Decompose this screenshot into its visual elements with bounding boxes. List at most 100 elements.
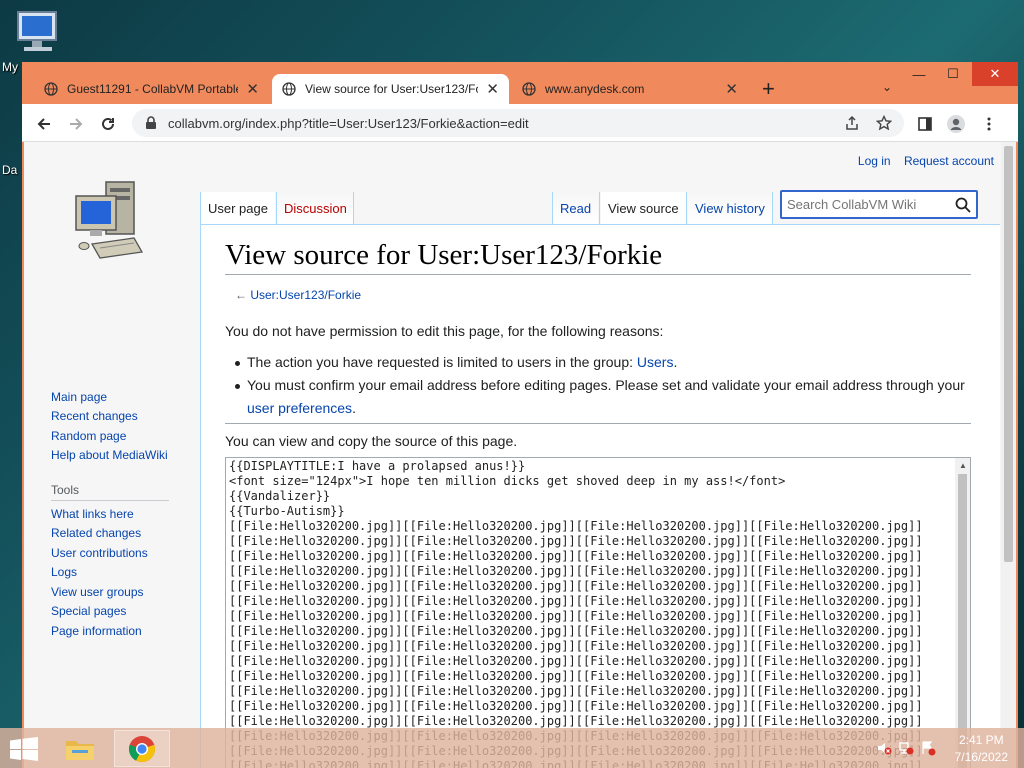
sidebar-item-recent-changes[interactable]: Recent changes (51, 409, 138, 423)
wiki-page: Log in Request account Main page Recent … (24, 142, 1016, 768)
user-preferences-link[interactable]: user preferences (247, 400, 352, 416)
permission-intro: You do not have permission to edit this … (225, 323, 664, 339)
tab-strip: Guest11291 - CollabVM Portable ✕ View so… (22, 62, 1018, 104)
close-window-button[interactable]: ✕ (972, 62, 1018, 86)
sidebar-item-view-user-groups[interactable]: View user groups (51, 585, 144, 599)
kebab-menu-icon (987, 117, 991, 131)
page-scrollbar[interactable] (1001, 142, 1016, 768)
share-icon[interactable] (844, 115, 860, 131)
tab-collabvm[interactable]: Guest11291 - CollabVM Portable ✕ (34, 74, 269, 104)
globe-icon (44, 82, 58, 96)
reload-button[interactable] (97, 113, 119, 135)
scroll-up-icon[interactable]: ▲ (959, 461, 967, 470)
sidebar-item-main-page[interactable]: Main page (51, 390, 107, 404)
arrow-left-icon (37, 118, 50, 130)
volume-muted-icon[interactable] (876, 740, 892, 756)
sidebar-item-what-links-here[interactable]: What links here (51, 507, 134, 521)
new-tab-button[interactable]: + (762, 76, 775, 102)
tab-user-page[interactable]: User page (201, 192, 275, 224)
browser-window: Guest11291 - CollabVM Portable ✕ View so… (22, 62, 1018, 768)
arrow-right-icon (70, 118, 83, 130)
chrome-taskbar-button[interactable] (114, 730, 170, 767)
back-button[interactable] (33, 113, 55, 135)
file-explorer-icon (66, 740, 94, 760)
scrollbar-thumb[interactable] (1004, 146, 1013, 562)
permission-reasons: The action you have requested is limited… (225, 351, 971, 420)
tools-heading: Tools (51, 483, 80, 497)
chrome-icon (128, 735, 156, 762)
file-explorer-button[interactable] (52, 730, 108, 767)
clock-time: 2:41 PM (958, 733, 1004, 747)
tab-discussion[interactable]: Discussion (277, 192, 354, 224)
tab-view-source[interactable]: View source (601, 192, 686, 224)
site-logo[interactable] (72, 176, 146, 268)
scrollbar-thumb[interactable] (958, 474, 967, 768)
sidebar-item-help[interactable]: Help about MediaWiki (51, 448, 168, 462)
tab-search-chevron-icon[interactable]: ⌄ (882, 80, 892, 94)
tab-close-icon[interactable]: ✕ (725, 80, 738, 98)
divider (353, 192, 354, 224)
sidebar-item-related-changes[interactable]: Related changes (51, 526, 141, 540)
users-group-link[interactable]: Users (637, 354, 674, 370)
avatar-icon (947, 115, 965, 133)
desktop-label-computer: My (2, 60, 18, 74)
computer-desktop-icon[interactable] (10, 8, 66, 60)
desktop-label-second: Da (2, 163, 18, 177)
lock-icon[interactable] (144, 116, 158, 130)
request-account-link[interactable]: Request account (904, 154, 994, 168)
side-panel-button[interactable] (914, 113, 936, 135)
maximize-button[interactable]: ☐ (936, 62, 970, 86)
list-item: You must confirm your email address befo… (225, 374, 971, 420)
sidebar-item-special-pages[interactable]: Special pages (51, 604, 126, 618)
sidebar-item-logs[interactable]: Logs (51, 565, 77, 579)
profile-button[interactable] (945, 113, 967, 135)
tab-view-history[interactable]: View history (688, 192, 772, 224)
sidebar-item-random-page[interactable]: Random page (51, 429, 126, 443)
textarea-scrollbar[interactable]: ▲ (955, 458, 970, 768)
tab-read[interactable]: Read (553, 192, 599, 224)
search-input[interactable] (787, 197, 947, 212)
tab-view-source[interactable]: View source for User:User123/Forkie ✕ (272, 74, 509, 104)
tab-close-icon[interactable]: ✕ (486, 80, 499, 98)
tab-close-icon[interactable]: ✕ (246, 80, 259, 98)
sidebar-item-page-information[interactable]: Page information (51, 624, 142, 638)
menu-button[interactable] (978, 113, 1000, 135)
divider (599, 192, 600, 224)
reason-text: You must confirm your email address befo… (247, 377, 965, 393)
windows-start-icon[interactable] (10, 737, 38, 761)
system-clock[interactable]: 2:41 PM 7/16/2022 (955, 732, 1008, 766)
login-link[interactable]: Log in (858, 154, 891, 168)
tab-anydesk[interactable]: www.anydesk.com ✕ (512, 74, 748, 104)
back-arrow-icon: ← (235, 288, 247, 302)
url-text[interactable]: collabvm.org/index.php?title=User:User12… (168, 116, 529, 131)
backlink: ← User:User123/Forkie (235, 288, 361, 302)
personal-tools: Log in Request account (848, 154, 994, 168)
backlink-link[interactable]: User:User123/Forkie (250, 288, 361, 302)
view-copy-notice: You can view and copy the source of this… (225, 433, 518, 449)
star-icon[interactable] (876, 115, 892, 131)
minimize-button[interactable]: — (902, 62, 936, 86)
side-panel-icon (918, 117, 932, 131)
notification-flag-icon[interactable] (920, 740, 936, 756)
clock-date: 7/16/2022 (954, 750, 1008, 764)
reason-end: . (673, 354, 678, 370)
network-icon[interactable] (898, 740, 914, 756)
tab-title: www.anydesk.com (545, 82, 645, 96)
reload-icon (102, 117, 114, 130)
forward-button[interactable] (65, 113, 87, 135)
source-text[interactable]: {{DISPLAYTITLE:I have a prolapsed anus!}… (229, 459, 949, 768)
divider (225, 423, 971, 424)
globe-icon (282, 82, 296, 96)
sidebar-item-user-contributions[interactable]: User contributions (51, 546, 148, 560)
list-item: The action you have requested is limited… (225, 351, 971, 374)
divider (686, 192, 687, 224)
divider (772, 192, 773, 224)
source-textarea[interactable]: {{DISPLAYTITLE:I have a prolapsed anus!}… (225, 457, 971, 768)
globe-icon (522, 82, 536, 96)
address-bar[interactable]: collabvm.org/index.php?title=User:User12… (132, 109, 904, 137)
page-title: View source for User:User123/Forkie (225, 239, 971, 275)
search-icon[interactable] (955, 197, 971, 213)
taskbar: 2:41 PM 7/16/2022 (0, 728, 1024, 768)
tab-title: Guest11291 - CollabVM Portable (67, 82, 239, 96)
wiki-search-box[interactable] (780, 190, 978, 219)
